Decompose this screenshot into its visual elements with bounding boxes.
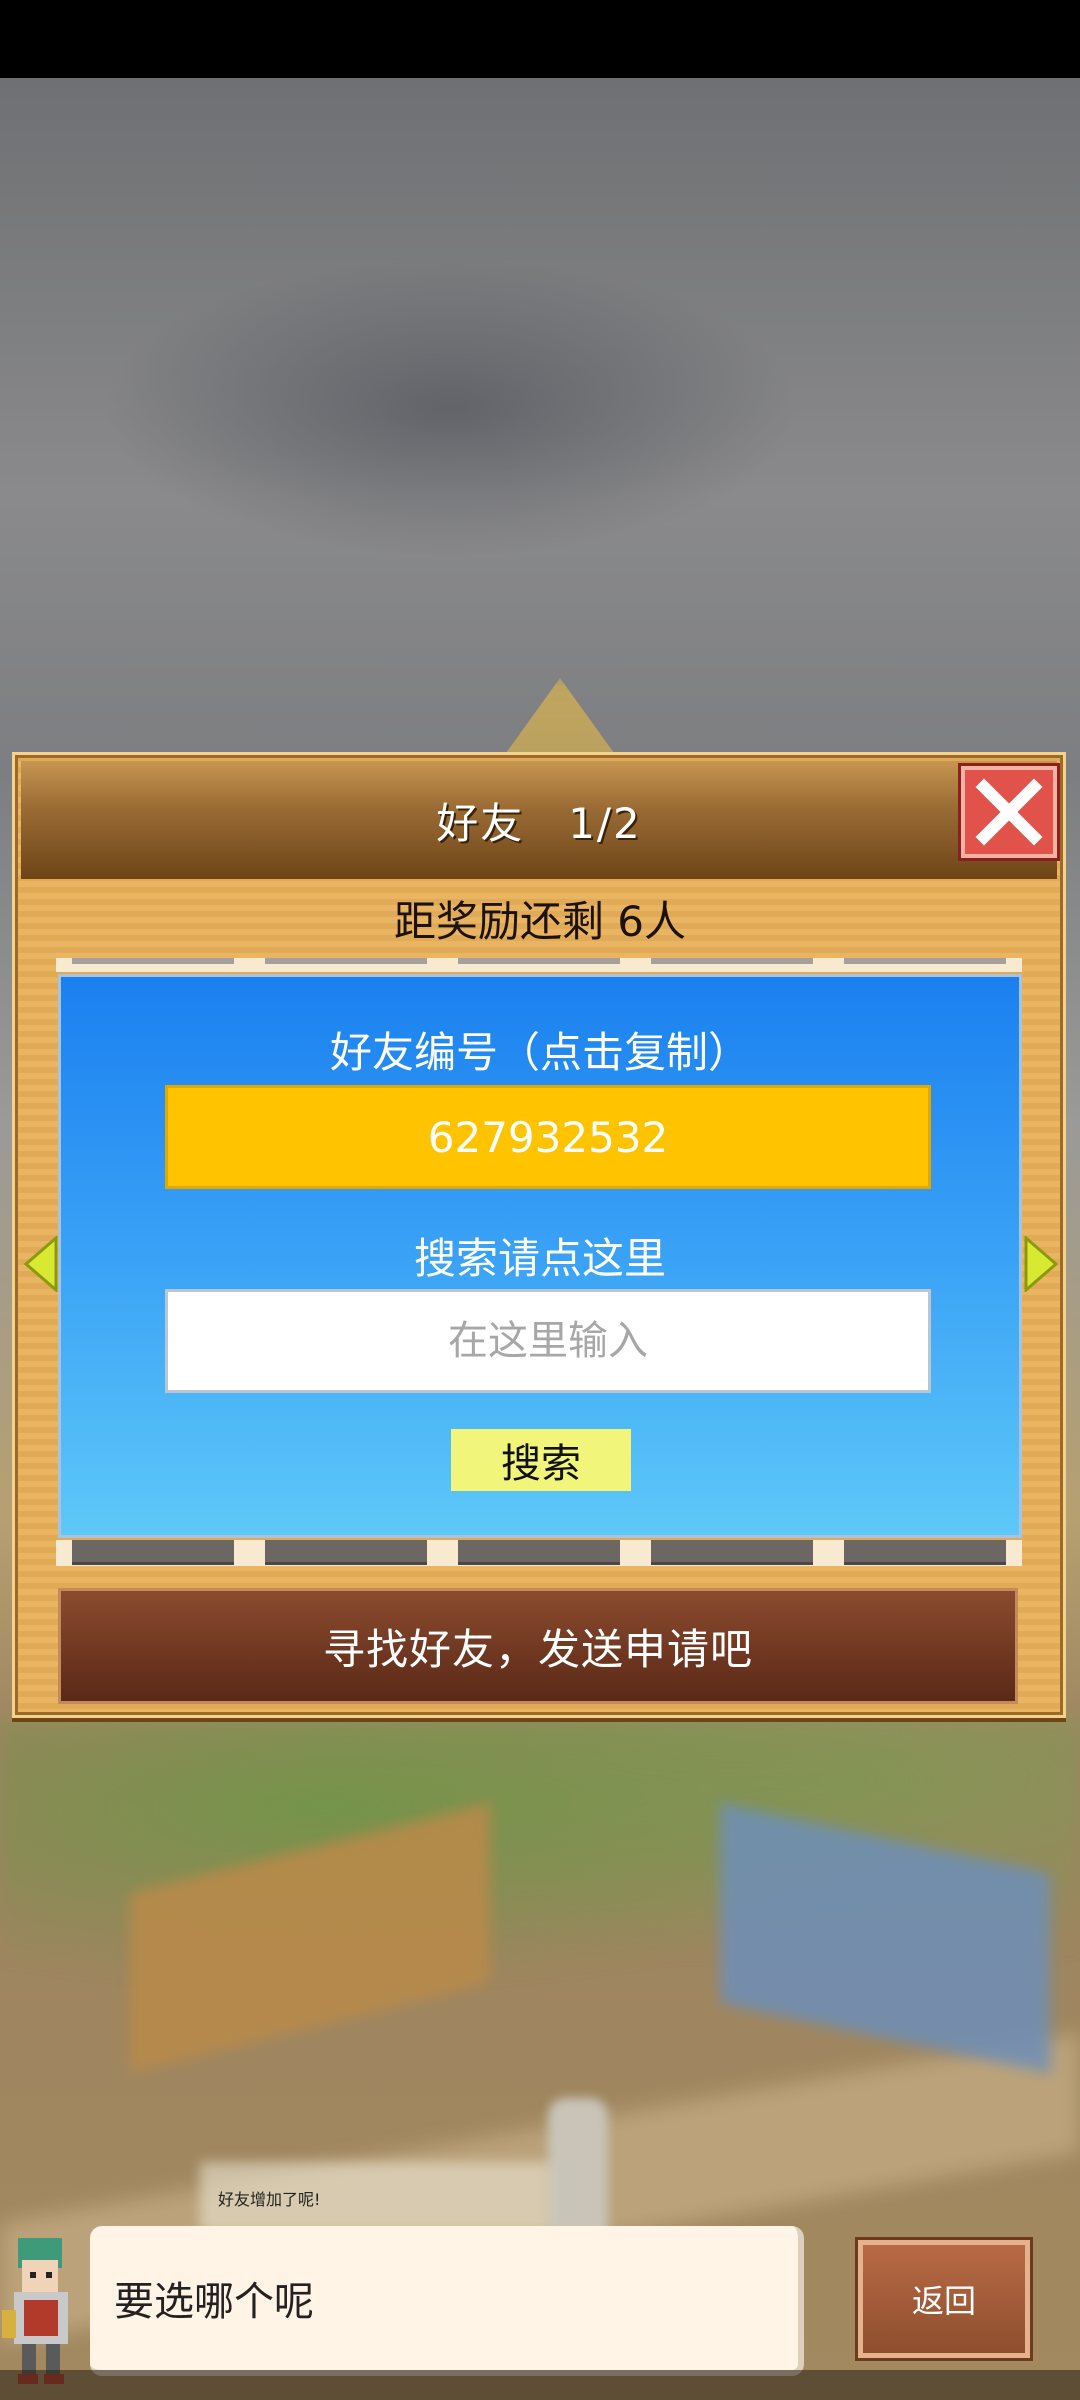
tab-slot[interactable] [457, 1540, 620, 1565]
find-friends-button[interactable]: 寻找好友，发送申请吧 [58, 1588, 1018, 1704]
tab-slot[interactable] [264, 958, 427, 964]
tab-slot[interactable] [457, 958, 620, 964]
tab-slot[interactable] [651, 958, 814, 964]
arrow-left-icon[interactable] [24, 1236, 58, 1292]
tab-slot[interactable] [71, 958, 234, 964]
toast-message: 好友增加了呢! [218, 2190, 321, 2209]
tab-slot[interactable] [844, 1540, 1007, 1565]
close-button[interactable] [961, 766, 1057, 858]
character-avatar [2, 2238, 68, 2384]
tab-slot[interactable] [71, 1540, 234, 1565]
dialog-header: 好友 1/2 [21, 761, 1057, 879]
friend-search-panel: 好友编号（点击复制） 627932532 搜索请点这里 搜索 [58, 974, 1022, 1538]
friend-id-copy-box[interactable]: 627932532 [165, 1085, 931, 1189]
bottom-shadow [0, 2370, 1080, 2400]
tab-slot[interactable] [264, 1540, 427, 1565]
dialog-title: 好友 1/2 [436, 798, 642, 848]
tab-slot[interactable] [651, 1540, 814, 1565]
close-icon [975, 778, 1043, 846]
arrow-right-icon[interactable] [1024, 1236, 1058, 1292]
search-label: 搜索请点这里 [413, 1234, 666, 1283]
friend-search-input[interactable] [165, 1289, 931, 1393]
status-bar [0, 0, 1080, 78]
speech-box: 要选哪个呢 [90, 2226, 804, 2376]
tab-slot[interactable] [844, 958, 1007, 964]
storm-cloud [100, 258, 800, 558]
tab-strip-bottom [56, 1540, 1022, 1566]
search-button[interactable]: 搜索 [451, 1429, 631, 1491]
tab-strip-top [56, 958, 1022, 972]
reward-remaining-text: 距奖励还剩 6人 [393, 897, 687, 946]
back-button[interactable]: 返回 [858, 2240, 1030, 2358]
friend-id-label: 好友编号（点击复制） [329, 1028, 750, 1077]
